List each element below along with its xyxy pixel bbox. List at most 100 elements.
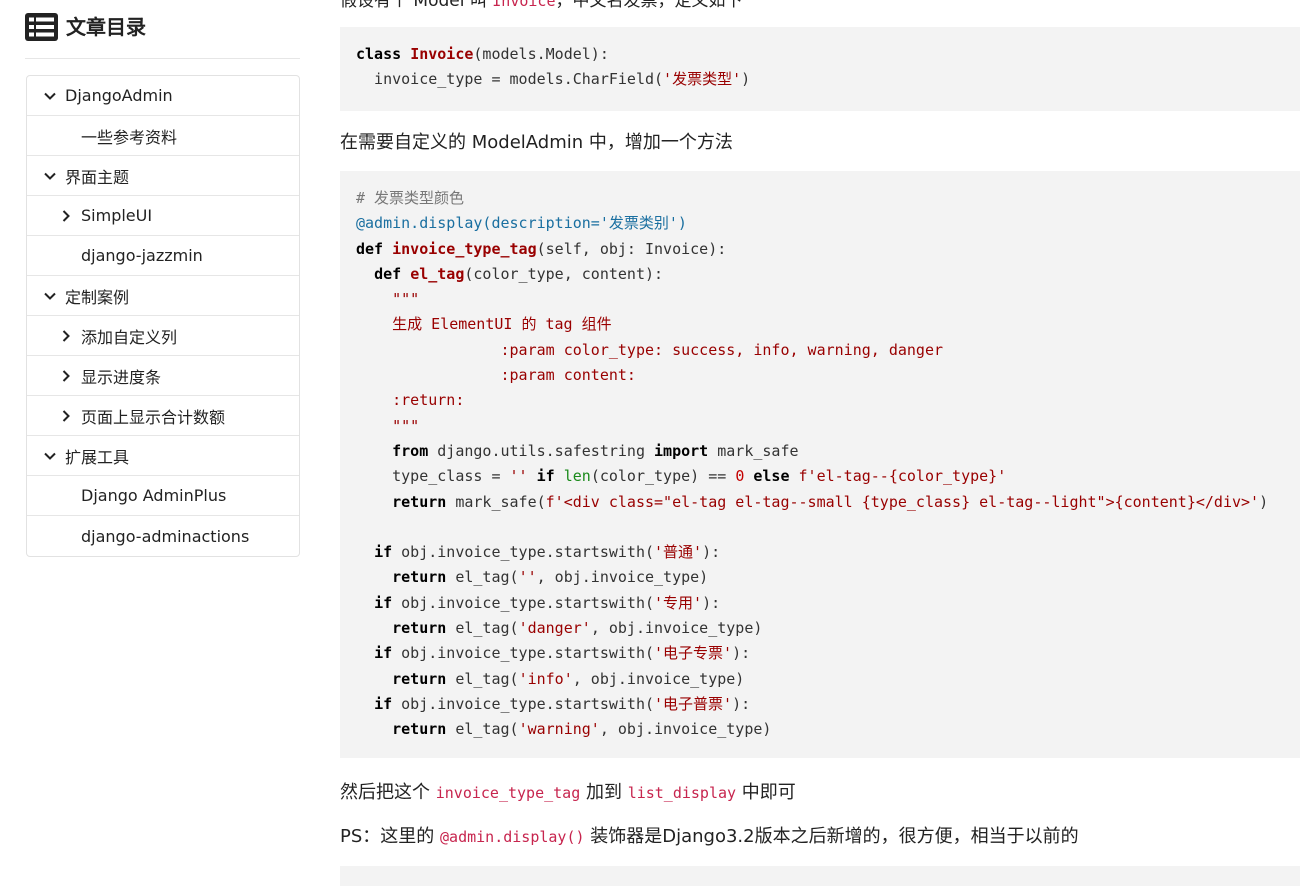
paragraph-list-display: 然后把这个 invoice_type_tag 加到 list_display 中…: [340, 778, 796, 804]
code-token: return: [392, 619, 447, 638]
code-token: '发票类型': [663, 70, 742, 89]
toc-item-label: DjangoAdmin: [65, 86, 173, 105]
code-token: obj.invoice_type.startswith(: [392, 644, 655, 663]
code-line: def invoice_type_tag(self, obj: Invoice)…: [356, 237, 1300, 262]
code-token: 'danger': [518, 619, 591, 638]
code-token: '': [509, 467, 528, 486]
paragraph-add-method: 在需要自定义的 ModelAdmin 中，增加一个方法: [340, 132, 733, 153]
toc-item-label: django-jazzmin: [81, 246, 203, 265]
code-line: return el_tag('danger', obj.invoice_type…: [356, 616, 1300, 641]
code-line: """: [356, 414, 1300, 439]
code-line: from django.utils.safestring import mark…: [356, 439, 1300, 464]
toc-item[interactable]: django-adminactions: [27, 516, 299, 556]
code-token: , obj.invoice_type): [590, 619, 763, 638]
code-token: invoice_type_tag: [392, 239, 537, 258]
code-token: ): [741, 70, 751, 89]
toc-title: 文章目录: [66, 15, 146, 39]
toc-item-label: 页面上显示合计数额: [81, 407, 226, 427]
code-line: return mark_safe(f'<div class="el-tag el…: [356, 490, 1300, 515]
code-token: el_tag(: [446, 669, 519, 688]
code-token: 0: [735, 467, 745, 486]
code-token: f'el-tag--{color_type}': [798, 467, 1007, 486]
code-token: el_tag: [410, 264, 465, 283]
chevron-down-icon[interactable]: [43, 289, 57, 303]
inline-code-invoice: Invoice: [492, 0, 556, 10]
code-line: """: [356, 287, 1300, 312]
code-token: mark_safe(: [446, 492, 546, 511]
chevron-right-icon[interactable]: [59, 369, 73, 383]
chevron-right-icon[interactable]: [59, 409, 73, 423]
toc-item[interactable]: 添加自定义列: [27, 316, 299, 356]
chevron-down-icon[interactable]: [43, 89, 57, 103]
chevron-down-icon[interactable]: [43, 169, 57, 183]
toc-item[interactable]: 一些参考资料: [27, 116, 299, 156]
toc-item[interactable]: 界面主题: [27, 156, 299, 196]
code-token: ):: [702, 593, 721, 612]
para2-text-middle: 加到: [580, 782, 628, 803]
toc-item[interactable]: django-jazzmin: [27, 236, 299, 276]
code-line: if obj.invoice_type.startswith('电子普票'):: [356, 692, 1300, 717]
code-token: 'info': [518, 669, 573, 688]
code-token: mark_safe: [708, 441, 799, 460]
toc-item-label: 显示进度条: [81, 367, 162, 387]
chevron-down-icon[interactable]: [43, 449, 57, 463]
code-token: if: [536, 467, 555, 486]
toc-item[interactable]: 扩展工具: [27, 436, 299, 476]
toc-item[interactable]: 显示进度条: [27, 356, 299, 396]
code-token: invoice_type = models.CharField(: [356, 70, 664, 89]
code-token: (models.Model):: [473, 45, 609, 63]
code-token: '电子普票': [654, 694, 733, 713]
code-token: '发票类别': [599, 214, 678, 233]
code-token: def: [356, 239, 393, 258]
code-block-next: [340, 866, 1300, 886]
code-token: if: [374, 694, 393, 713]
code-line: return el_tag('warning', obj.invoice_typ…: [356, 717, 1300, 742]
code-token: """: [356, 416, 420, 435]
code-line: return el_tag('', obj.invoice_type): [356, 565, 1300, 590]
chevron-right-icon[interactable]: [59, 329, 73, 343]
toc-item-label: django-adminactions: [81, 526, 250, 546]
code-token: , obj.invoice_type): [599, 720, 772, 739]
code-token: obj.invoice_type.startswith(: [392, 543, 655, 562]
code-token: if: [374, 593, 393, 612]
code-line: if obj.invoice_type.startswith('专用'):: [356, 591, 1300, 616]
code-line: if obj.invoice_type.startswith('电子专票'):: [356, 641, 1300, 666]
code-token: :param color_type: success, info, warnin…: [356, 340, 943, 359]
code-token: '电子专票': [654, 644, 733, 663]
para2-text-before: 然后把这个: [340, 782, 436, 803]
code-line: :return:: [356, 388, 1300, 413]
toc-item[interactable]: SimpleUI: [27, 196, 299, 236]
code-line: type_class = '' if len(color_type) == 0 …: [356, 464, 1300, 489]
toc-item[interactable]: 定制案例: [27, 276, 299, 316]
code-token: , obj.invoice_type): [572, 669, 745, 688]
toc-item-label: Django AdminPlus: [81, 486, 227, 505]
code-token: return: [392, 720, 447, 739]
code-token: , obj.invoice_type): [536, 568, 709, 587]
code-token: django.utils.safestring: [428, 441, 655, 460]
para3-text-before: PS：这里的: [340, 826, 441, 847]
inline-code-admin-display: @admin.display(): [440, 828, 585, 846]
code-line: if obj.invoice_type.startswith('普通'):: [356, 540, 1300, 565]
code-token: ):: [732, 644, 751, 663]
code-token: return: [392, 492, 447, 511]
code-token: ):: [702, 543, 721, 562]
chevron-right-icon[interactable]: [59, 209, 73, 223]
toc-item[interactable]: DjangoAdmin: [27, 76, 299, 116]
toc-item[interactable]: Django AdminPlus: [27, 476, 299, 516]
code-token: ):: [732, 694, 751, 713]
code-token: '': [518, 568, 537, 587]
toc-item[interactable]: 页面上显示合计数额: [27, 396, 299, 436]
inline-code-list-display: list_display: [627, 784, 737, 802]
code-token: obj.invoice_type.startswith(: [392, 593, 655, 612]
code-token: return: [392, 568, 447, 587]
